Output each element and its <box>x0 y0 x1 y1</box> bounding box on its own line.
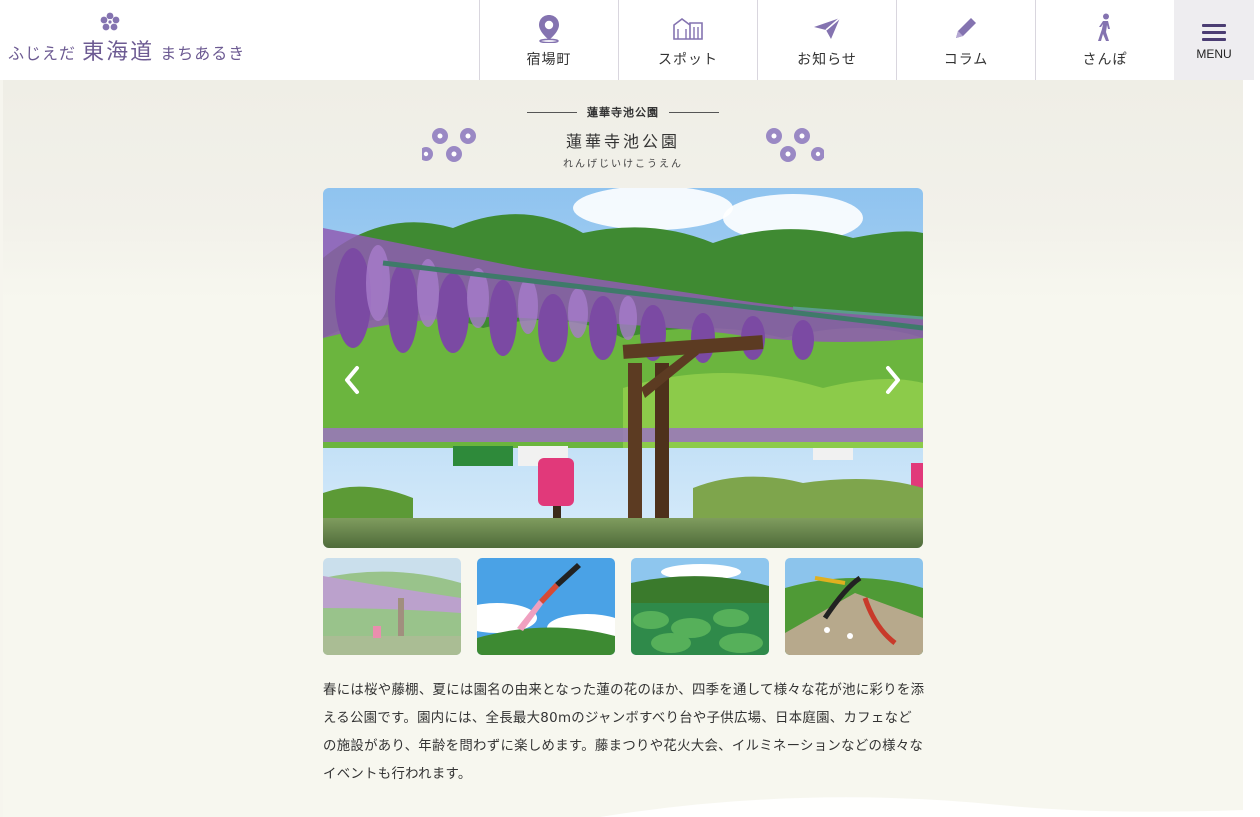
nav-label-shukuba: 宿場町 <box>526 52 572 68</box>
breadcrumb-text: 蓮華寺池公園 <box>587 106 659 119</box>
pencil-icon <box>952 13 980 43</box>
logo-text: ふじえだ 東海道 まちあるき <box>8 34 245 66</box>
thumbnail-strip <box>323 558 923 655</box>
thumbnail-jumbo-slide[interactable] <box>785 558 923 655</box>
hamburger-icon <box>1202 20 1226 45</box>
page-title-reading: れんげじいけこうえん <box>563 159 683 170</box>
nav-label-spot: スポット <box>658 52 718 68</box>
main-nav: 宿場町 スポット お知らせ コラム さんぽ MENU <box>479 0 1254 80</box>
page-margin <box>1243 80 1260 817</box>
decorative-wave <box>600 797 1243 817</box>
site-header: ふじえだ 東海道 まちあるき 宿場町 スポット お知らせ コラム さんぽ MEN… <box>0 0 1260 80</box>
thumbnail-wisteria[interactable] <box>323 558 461 655</box>
slider-next-button[interactable] <box>878 360 908 400</box>
menu-button[interactable]: MENU <box>1174 0 1254 80</box>
walking-person-icon <box>1095 13 1115 43</box>
wisteria-flower-icon <box>100 12 120 31</box>
page-title: 蓮華寺池公園 <box>565 132 680 151</box>
nav-item-shukuba[interactable]: 宿場町 <box>479 0 618 80</box>
logo-text-machiaruki: まちあるき <box>160 44 246 63</box>
nav-label-walk: さんぽ <box>1082 52 1128 68</box>
paper-plane-icon <box>812 13 842 43</box>
breadcrumb: 蓮華寺池公園 <box>527 103 719 121</box>
map-pin-icon <box>536 13 562 43</box>
chevron-right-icon <box>886 366 900 394</box>
wisteria-deco-left-icon <box>422 128 476 162</box>
park-description: 春には桜や藤棚、夏には園名の由来となった蓮の花のほか、四季を通して様々な花が池に… <box>323 683 925 782</box>
main-photo-wisteria <box>323 188 923 548</box>
nav-item-column[interactable]: コラム <box>896 0 1035 80</box>
nav-label-news: お知らせ <box>797 52 857 68</box>
chevron-left-icon <box>345 366 359 394</box>
logo-text-fujieda: ふじえだ <box>8 44 77 63</box>
menu-label: MENU <box>1196 46 1232 61</box>
thumbnail-lotus-pond[interactable] <box>631 558 769 655</box>
nav-item-spot[interactable]: スポット <box>618 0 757 80</box>
logo-text-tokaido: 東海道 <box>82 40 155 65</box>
wisteria-deco-right-icon <box>766 128 824 162</box>
slider-prev-button[interactable] <box>337 360 367 400</box>
photo-slider[interactable] <box>323 188 923 548</box>
nav-item-walk[interactable]: さんぽ <box>1035 0 1174 80</box>
building-icon <box>672 13 704 43</box>
nav-label-column: コラム <box>943 52 989 68</box>
thumbnail-koinobori[interactable] <box>477 558 615 655</box>
nav-item-news[interactable]: お知らせ <box>757 0 896 80</box>
site-logo[interactable]: ふじえだ 東海道 まちあるき <box>0 0 479 80</box>
